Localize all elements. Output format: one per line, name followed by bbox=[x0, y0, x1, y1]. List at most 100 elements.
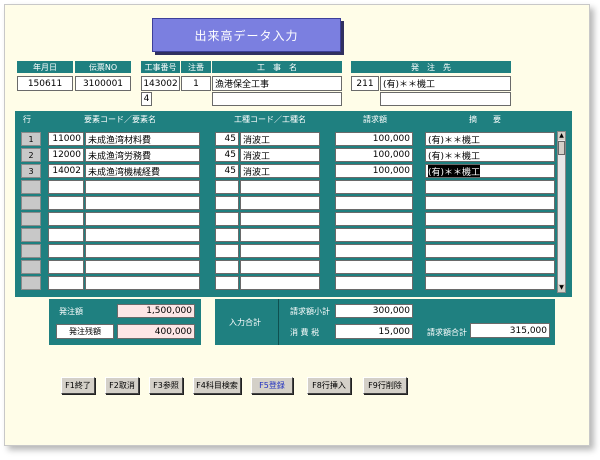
amount-field[interactable] bbox=[335, 228, 413, 242]
f5-register-button[interactable]: F5登録 bbox=[251, 377, 293, 394]
row-number bbox=[21, 244, 41, 258]
voucher-label: 伝票NO bbox=[75, 61, 131, 73]
row-number bbox=[21, 228, 41, 242]
element-name-field[interactable]: 未成渔湾機械経費 bbox=[85, 164, 200, 178]
f4-account-search-button[interactable]: F4科目検索 bbox=[193, 377, 241, 394]
job-name-field[interactable]: 漁港保全工事 bbox=[212, 76, 342, 91]
voucher-field[interactable]: 3100001 bbox=[75, 76, 131, 91]
summary-field[interactable] bbox=[425, 180, 555, 194]
element-name-field[interactable]: 未成渔湾労務費 bbox=[85, 148, 200, 162]
summary-field[interactable] bbox=[425, 276, 555, 290]
summary-field[interactable]: (有)＊＊機工 bbox=[425, 164, 555, 178]
summary-field[interactable] bbox=[425, 244, 555, 258]
element-code-field[interactable]: 12000 bbox=[48, 148, 84, 162]
element-code-field[interactable] bbox=[48, 228, 84, 242]
f8-insert-row-button[interactable]: F8行挿入 bbox=[307, 377, 351, 394]
col-summary-header: 摘 要 bbox=[469, 114, 501, 124]
summary-field[interactable] bbox=[425, 228, 555, 242]
element-name-field[interactable] bbox=[85, 228, 200, 242]
worktype-code-field[interactable] bbox=[215, 212, 239, 226]
worktype-name-field[interactable]: 消波工 bbox=[240, 164, 320, 178]
job-name-extra-field[interactable] bbox=[212, 92, 342, 106]
summary-field[interactable]: (有)＊＊機工 bbox=[425, 148, 555, 162]
amount-field[interactable] bbox=[335, 244, 413, 258]
worktype-name-field[interactable]: 消波工 bbox=[240, 148, 320, 162]
amount-field[interactable] bbox=[335, 276, 413, 290]
col-amount-header: 請求額 bbox=[363, 114, 387, 124]
main-window: 出来高データ入力 年月日 伝票NO 150611 3100001 工事番号 注番… bbox=[4, 4, 590, 446]
element-name-field[interactable]: 未成渔湾材料費 bbox=[85, 132, 200, 146]
element-code-field[interactable] bbox=[48, 260, 84, 274]
worktype-code-field[interactable]: 45 bbox=[215, 148, 239, 162]
worktype-code-field[interactable] bbox=[215, 276, 239, 290]
scroll-down-icon[interactable]: ▼ bbox=[558, 284, 565, 292]
row-number bbox=[21, 180, 41, 194]
page-title: 出来高データ入力 bbox=[152, 18, 341, 52]
worktype-name-field[interactable]: 消波工 bbox=[240, 132, 320, 146]
col-element-header: 要素コード／要素名 bbox=[84, 114, 156, 124]
vendor-code-field[interactable]: 211 bbox=[351, 76, 379, 91]
note-label: 注番 bbox=[181, 61, 211, 73]
f9-delete-row-button[interactable]: F9行削除 bbox=[363, 377, 407, 394]
order-balance-field: 400,000 bbox=[117, 324, 195, 339]
worktype-name-field[interactable] bbox=[240, 276, 320, 290]
amount-field[interactable] bbox=[335, 212, 413, 226]
amount-field[interactable] bbox=[335, 180, 413, 194]
amount-field[interactable] bbox=[335, 260, 413, 274]
f2-cancel-button[interactable]: F2取消 bbox=[105, 377, 139, 394]
element-code-field[interactable] bbox=[48, 212, 84, 226]
f3-reference-button[interactable]: F3参照 bbox=[149, 377, 183, 394]
table-scrollbar[interactable]: ▲ ▼ bbox=[557, 131, 566, 293]
element-code-field[interactable] bbox=[48, 244, 84, 258]
element-code-field[interactable] bbox=[48, 196, 84, 210]
amount-field[interactable] bbox=[335, 196, 413, 210]
element-name-field[interactable] bbox=[85, 276, 200, 290]
worktype-code-field[interactable] bbox=[215, 244, 239, 258]
order-summary-panel: 発注額 1,500,000 発注残額 400,000 bbox=[49, 299, 201, 345]
date-label: 年月日 bbox=[17, 61, 73, 73]
amount-field[interactable]: 100,000 bbox=[335, 164, 413, 178]
divider bbox=[278, 299, 279, 345]
sub-field[interactable]: 4 bbox=[141, 92, 152, 106]
detail-table: 行 要素コード／要素名 工種コード／工種名 請求額 摘 要 1 11000 未成渔湾… bbox=[15, 111, 572, 297]
element-name-field[interactable] bbox=[85, 212, 200, 226]
summary-field[interactable] bbox=[425, 260, 555, 274]
worktype-name-field[interactable] bbox=[240, 212, 320, 226]
subtotal-field: 300,000 bbox=[335, 304, 413, 318]
worktype-code-field[interactable]: 45 bbox=[215, 164, 239, 178]
worktype-code-field[interactable] bbox=[215, 180, 239, 194]
element-name-field[interactable] bbox=[85, 244, 200, 258]
summary-field[interactable]: (有)＊＊機工 bbox=[425, 132, 555, 146]
worktype-name-field[interactable] bbox=[240, 244, 320, 258]
vendor-extra-field[interactable] bbox=[380, 92, 511, 106]
scroll-thumb[interactable] bbox=[558, 141, 565, 155]
note-field[interactable]: 1 bbox=[181, 76, 211, 91]
f1-exit-button[interactable]: F1終了 bbox=[61, 377, 95, 394]
job-no-field[interactable]: 143002 bbox=[141, 76, 180, 91]
summary-field[interactable] bbox=[425, 196, 555, 210]
element-name-field[interactable] bbox=[85, 180, 200, 194]
scroll-up-icon[interactable]: ▲ bbox=[558, 132, 565, 140]
amount-field[interactable]: 100,000 bbox=[335, 148, 413, 162]
vendor-name-field[interactable]: (有)＊＊機工 bbox=[380, 76, 511, 91]
worktype-code-field[interactable]: 45 bbox=[215, 132, 239, 146]
element-code-field[interactable] bbox=[48, 276, 84, 290]
vendor-label: 発 注 先 bbox=[351, 61, 511, 73]
element-code-field[interactable]: 11000 bbox=[48, 132, 84, 146]
worktype-name-field[interactable] bbox=[240, 180, 320, 194]
date-field[interactable]: 150611 bbox=[17, 76, 73, 91]
summary-field[interactable] bbox=[425, 212, 555, 226]
element-code-field[interactable]: 14002 bbox=[48, 164, 84, 178]
worktype-name-field[interactable] bbox=[240, 260, 320, 274]
element-name-field[interactable] bbox=[85, 260, 200, 274]
tax-field[interactable]: 15,000 bbox=[335, 324, 413, 339]
row-number bbox=[21, 196, 41, 210]
element-code-field[interactable] bbox=[48, 180, 84, 194]
worktype-code-field[interactable] bbox=[215, 228, 239, 242]
element-name-field[interactable] bbox=[85, 196, 200, 210]
worktype-code-field[interactable] bbox=[215, 260, 239, 274]
worktype-code-field[interactable] bbox=[215, 196, 239, 210]
amount-field[interactable]: 100,000 bbox=[335, 132, 413, 146]
worktype-name-field[interactable] bbox=[240, 228, 320, 242]
worktype-name-field[interactable] bbox=[240, 196, 320, 210]
